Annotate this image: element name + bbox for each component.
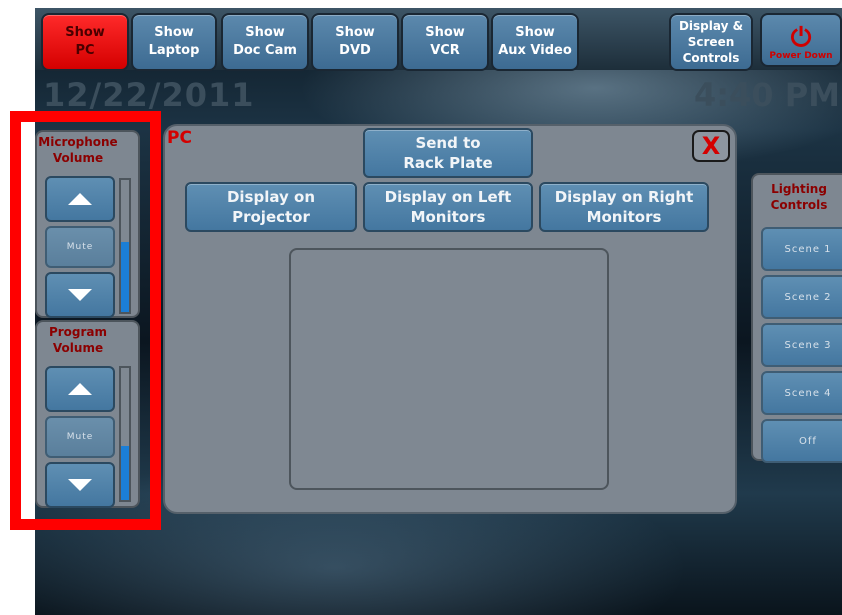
- display-screen-controls-button[interactable]: Display & Screen Controls: [669, 13, 753, 71]
- power-down-button[interactable]: ⏻ Power Down: [760, 13, 842, 67]
- display-on-projector-button[interactable]: Display on Projector: [185, 182, 357, 232]
- show-doc-cam-button[interactable]: Show Doc Cam: [221, 13, 309, 71]
- display-on-left-monitors-button[interactable]: Display on Left Monitors: [363, 182, 533, 232]
- show-laptop-button[interactable]: Show Laptop: [131, 13, 217, 71]
- lighting-controls-title: Lighting Controls: [770, 182, 828, 212]
- pc-control-panel: PC X Send to Rack Plate Display on Proje…: [163, 124, 737, 514]
- power-icon: ⏻: [790, 23, 812, 53]
- lighting-controls-panel: Lighting Controls Scene 1 Scene 2 Scene …: [751, 173, 842, 463]
- scene-1-button[interactable]: Scene 1: [761, 227, 842, 271]
- show-pc-button[interactable]: Show PC: [41, 13, 129, 71]
- date-display: 12/22/2011: [43, 76, 255, 114]
- scene-3-button[interactable]: Scene 3: [761, 323, 842, 367]
- scene-2-button[interactable]: Scene 2: [761, 275, 842, 319]
- show-vcr-button[interactable]: Show VCR: [401, 13, 489, 71]
- panel-title: PC: [167, 128, 192, 148]
- time-display: 4:40 PM: [693, 76, 840, 114]
- show-dvd-button[interactable]: Show DVD: [311, 13, 399, 71]
- close-button[interactable]: X: [692, 130, 730, 162]
- video-preview-window: [289, 248, 609, 490]
- highlight-box: [10, 111, 161, 530]
- send-to-rack-plate-button[interactable]: Send to Rack Plate: [363, 128, 533, 178]
- show-aux-video-button[interactable]: Show Aux Video: [491, 13, 579, 71]
- top-source-bar: Show PC Show Laptop Show Doc Cam Show DV…: [35, 8, 842, 71]
- display-on-right-monitors-button[interactable]: Display on Right Monitors: [539, 182, 709, 232]
- lights-off-button[interactable]: Off: [761, 419, 842, 463]
- power-down-label: Power Down: [769, 51, 833, 61]
- scene-4-button[interactable]: Scene 4: [761, 371, 842, 415]
